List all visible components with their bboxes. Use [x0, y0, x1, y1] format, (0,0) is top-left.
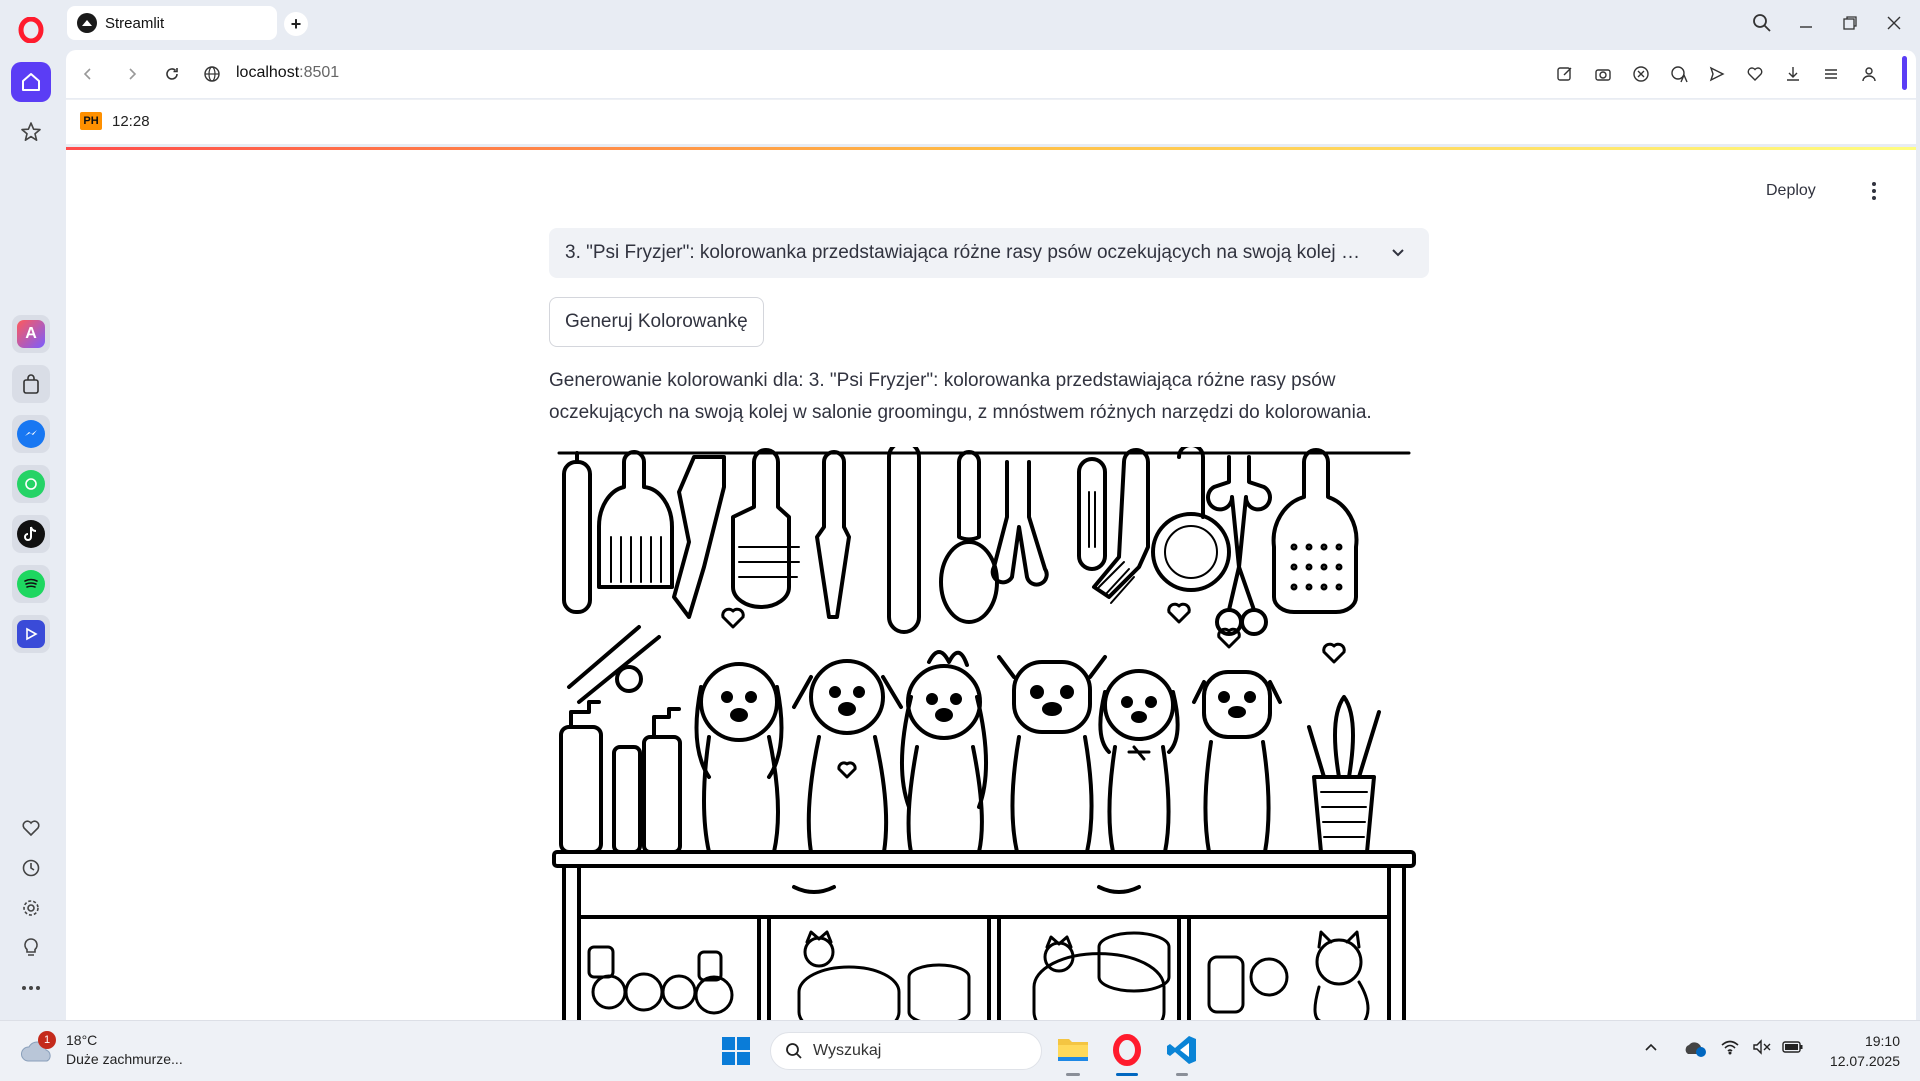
opera-logo-icon[interactable] — [11, 10, 51, 50]
more-icon[interactable] — [11, 968, 51, 1008]
adblock-icon[interactable] — [1629, 62, 1653, 86]
shopping-bag-icon[interactable] — [12, 365, 50, 403]
home-icon[interactable] — [11, 62, 51, 102]
battery-icon[interactable] — [1782, 1039, 1804, 1060]
address-bar-row: localhost:8501 — [66, 50, 1916, 98]
bookmark-item[interactable]: PH 12:28 — [80, 112, 150, 130]
streamlit-decoration-bar — [66, 147, 1916, 150]
weather-badge: 1 — [38, 1031, 56, 1049]
cloud-weather-icon: 1 — [20, 1031, 56, 1065]
tab-streamlit[interactable]: Streamlit — [67, 6, 277, 40]
url-port: :8501 — [299, 64, 340, 81]
camera-icon[interactable] — [1591, 62, 1615, 86]
site-info-globe-icon[interactable] — [200, 62, 224, 86]
send-icon[interactable] — [1705, 62, 1729, 86]
aria-app-icon[interactable]: A — [12, 315, 50, 353]
selectbox-value: 3. "Psi Fryzjer": kolorowanka przedstawi… — [565, 242, 1369, 263]
speed-dial-icon[interactable] — [11, 112, 51, 152]
speaker-muted-icon[interactable] — [1752, 1039, 1772, 1060]
onedrive-icon[interactable] — [1683, 1039, 1707, 1062]
opera-sidebar: A — [0, 0, 62, 1020]
new-tab-button[interactable]: + — [284, 12, 308, 36]
tab-title: Streamlit — [105, 14, 165, 32]
whatsapp-icon[interactable] — [12, 465, 50, 503]
main-menu-kebab-icon[interactable] — [1862, 177, 1886, 205]
url-field[interactable]: localhost:8501 — [236, 64, 339, 82]
messenger-icon[interactable] — [12, 415, 50, 453]
search-tabs-icon[interactable] — [1742, 8, 1782, 38]
generate-coloring-button[interactable]: Generuj Kolorowankę — [549, 297, 764, 347]
opera-taskbar-icon[interactable] — [1110, 1033, 1144, 1072]
sidebar-toggle-handle[interactable] — [1902, 56, 1907, 90]
show-hidden-icons-chevron-up-icon[interactable] — [1643, 1039, 1659, 1060]
forward-icon[interactable] — [120, 62, 144, 86]
player-icon[interactable] — [12, 615, 50, 653]
page-viewport: Deploy 3. "Psi Fryzjer": kolorowanka prz… — [66, 147, 1916, 1020]
url-host: localhost — [236, 64, 300, 81]
windows-start-icon[interactable] — [720, 1035, 752, 1072]
running-indicator — [1066, 1073, 1080, 1076]
streamlit-favicon-icon — [77, 13, 97, 33]
search-placeholder: Wyszukaj — [813, 1042, 882, 1059]
snapshot-edit-icon[interactable] — [1553, 62, 1577, 86]
reload-icon[interactable] — [160, 62, 184, 86]
favorites-heart-icon[interactable] — [1743, 62, 1767, 86]
settings-gear-icon[interactable] — [11, 888, 51, 928]
coloring-page-image — [552, 447, 1416, 1020]
deploy-button[interactable]: Deploy — [1766, 182, 1816, 200]
search-icon — [785, 1042, 803, 1060]
history-icon[interactable] — [11, 848, 51, 888]
clock-time: 19:10 — [1864, 1033, 1900, 1049]
system-clock[interactable]: 19:10 12.07.2025 — [1820, 1031, 1900, 1071]
weather-temp: 18°C — [66, 1032, 98, 1048]
lightbulb-icon[interactable] — [11, 928, 51, 968]
tab-strip: Streamlit + — [62, 0, 1920, 50]
spotify-icon[interactable] — [12, 565, 50, 603]
taskbar-search-input[interactable]: Wyszukaj — [770, 1032, 1042, 1070]
restore-icon[interactable] — [1830, 8, 1870, 38]
translate-icon[interactable] — [1667, 62, 1691, 86]
windows-taskbar: 1 18°C Duże zachmurze... Wyszukaj 19:10 … — [0, 1020, 1920, 1081]
close-window-icon[interactable] — [1874, 8, 1914, 38]
tiktok-icon[interactable] — [12, 515, 50, 553]
profile-icon[interactable] — [1857, 62, 1881, 86]
easy-setup-icon[interactable] — [1819, 62, 1843, 86]
bookmarks-bar: PH 12:28 — [66, 99, 1916, 144]
active-indicator — [1116, 1073, 1138, 1076]
bookmark-label: 12:28 — [112, 112, 150, 130]
download-icon[interactable] — [1781, 62, 1805, 86]
bookmark-badge-icon: PH — [80, 112, 102, 130]
heart-icon[interactable] — [11, 808, 51, 848]
back-icon[interactable] — [76, 62, 100, 86]
clock-date: 12.07.2025 — [1829, 1053, 1900, 1069]
prompt-selectbox[interactable]: 3. "Psi Fryzjer": kolorowanka przedstawi… — [549, 228, 1429, 278]
running-indicator — [1176, 1073, 1188, 1076]
file-explorer-icon[interactable] — [1056, 1033, 1090, 1070]
chevron-down-icon — [1389, 244, 1407, 268]
minimize-icon[interactable] — [1786, 8, 1826, 38]
vscode-icon[interactable] — [1165, 1033, 1199, 1072]
wifi-icon[interactable] — [1720, 1039, 1740, 1060]
weather-widget[interactable]: 1 18°C Duże zachmurze... — [20, 1031, 183, 1069]
generating-message: Generowanie kolorowanki dla: 3. "Psi Fry… — [549, 370, 1372, 423]
weather-desc: Duże zachmurze... — [66, 1051, 183, 1067]
